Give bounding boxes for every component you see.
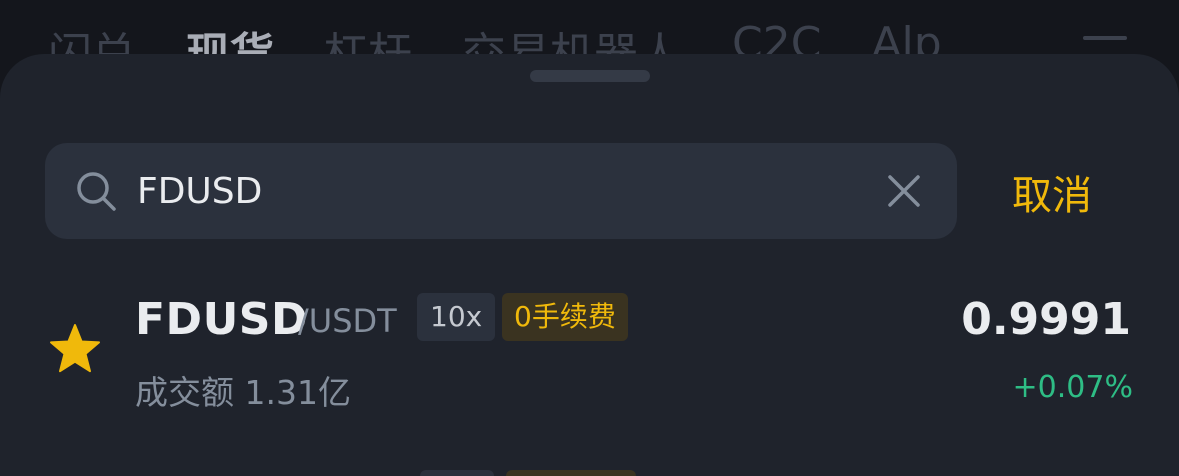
cancel-button[interactable]: 取消	[1012, 162, 1092, 222]
search-box[interactable]	[45, 143, 957, 239]
search-icon	[77, 172, 116, 211]
next-row-leverage-badge	[420, 470, 494, 476]
search-result-row[interactable]: FDUSD /USDT 10x 0手续费 成交额 1.31亿 0.9991 +0…	[0, 278, 1179, 418]
star-icon[interactable]	[48, 322, 102, 376]
base-asset-symbol: FDUSD	[135, 294, 309, 345]
next-row-fee-badge	[506, 470, 636, 476]
zero-fee-badge: 0手续费	[502, 293, 628, 341]
search-sheet: 取消 FDUSD /USDT 10x 0手续费 成交额 1.31亿 0.9991…	[0, 54, 1179, 476]
leverage-badge: 10x	[417, 293, 496, 341]
clear-icon[interactable]	[887, 174, 921, 208]
page: 闪兑 现货 杠杆 交易机器人 C2C Alp 取消 FDUSD	[0, 0, 1179, 476]
last-price: 0.9991	[961, 294, 1131, 345]
quote-asset-symbol: /USDT	[298, 302, 397, 340]
price-change-percent: +0.07%	[1012, 370, 1133, 405]
search-input[interactable]	[137, 161, 837, 221]
trading-volume: 成交额 1.31亿	[135, 373, 351, 412]
sheet-drag-handle[interactable]	[530, 70, 650, 82]
